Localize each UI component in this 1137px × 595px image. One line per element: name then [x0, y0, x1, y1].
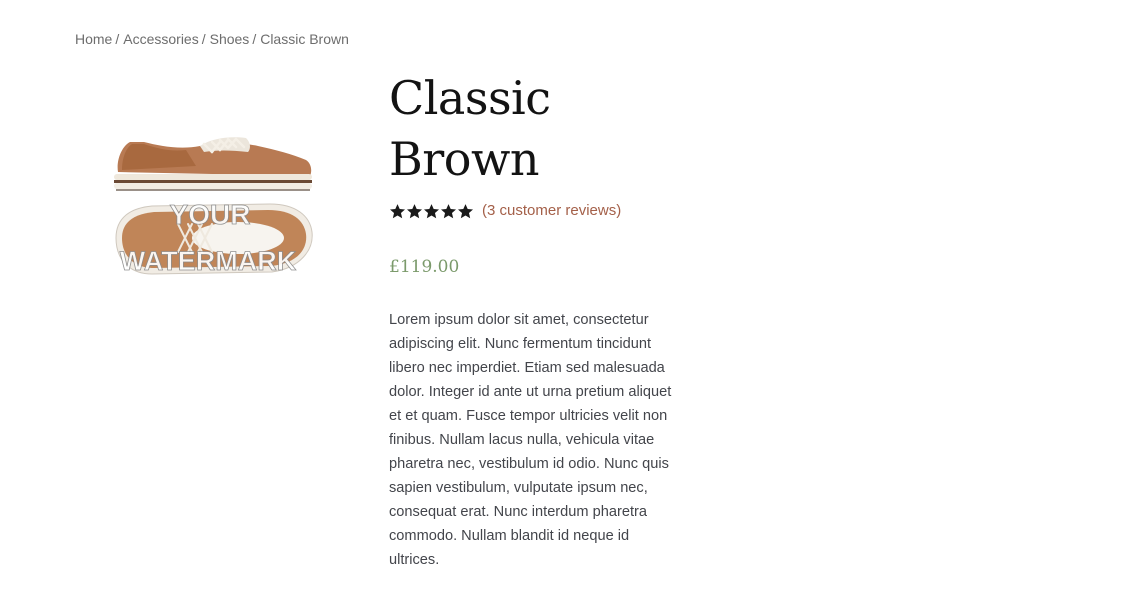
star-icon [457, 203, 474, 218]
product-description-text: Lorem ipsum dolor sit amet, consectetur … [389, 312, 672, 568]
breadcrumb-home[interactable]: Home [75, 31, 112, 47]
breadcrumb-current: Classic Brown [260, 31, 349, 47]
svg-text:YOUR: YOUR [170, 199, 251, 230]
breadcrumb: Home / Accessories / Shoes / Classic Brown [75, 30, 349, 48]
product-title: Classic Brown [389, 68, 689, 190]
product-price: £119.00 [389, 257, 460, 277]
star-rating [389, 203, 474, 220]
product-title-line2: Brown [389, 132, 540, 186]
breadcrumb-separator: / [201, 31, 206, 47]
customer-reviews-link[interactable]: (3 customer reviews) [482, 201, 621, 221]
product-rating: (3 customer reviews) [389, 201, 689, 221]
shoe-image: YOUR WATERMARK [114, 137, 313, 276]
product-description: Lorem ipsum dolor sit amet, consectetur … [389, 308, 681, 572]
breadcrumb-shoes[interactable]: Shoes [210, 31, 250, 47]
product-page: Home / Accessories / Shoes / Classic Brown [0, 0, 1137, 595]
svg-text:WATERMARK: WATERMARK [120, 246, 297, 276]
product-title-line1: Classic [389, 71, 551, 125]
breadcrumb-accessories[interactable]: Accessories [123, 31, 198, 47]
product-summary: Classic Brown (3 customer reviews) £119.… [389, 68, 689, 572]
star-icon [406, 203, 423, 218]
breadcrumb-separator: / [252, 31, 257, 47]
star-icon [389, 203, 406, 218]
star-icon [423, 203, 440, 218]
breadcrumb-separator: / [115, 31, 120, 47]
product-image[interactable]: YOUR WATERMARK [100, 120, 345, 290]
shoe-side-view [114, 137, 312, 191]
star-icon [440, 203, 457, 218]
